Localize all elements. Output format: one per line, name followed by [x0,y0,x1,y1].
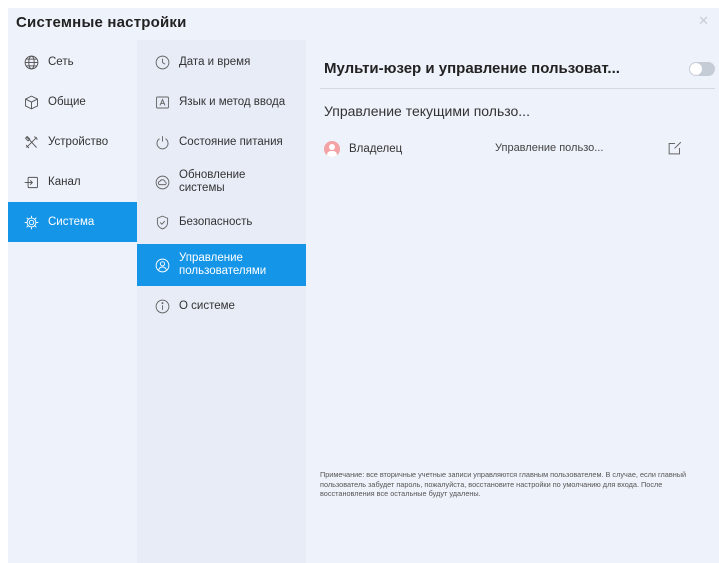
nav-item-label: Общие [48,96,86,108]
section-title: Управление текущими пользо... [324,103,530,119]
subnav-item-label: Обновление системы [179,169,246,194]
subnav-item-security[interactable]: Безопасность [137,202,306,242]
subnav-item-label: Управление пользователями [179,252,267,277]
subnav-item-system-update[interactable]: Обновление системы [137,162,306,202]
nav-item-label: Система [48,216,95,228]
window-title: Системные настройки [16,14,187,31]
user-name: Владелец [349,143,403,155]
panel-title: Мульти-юзер и управление пользоват... [324,60,620,77]
subnav-item-power[interactable]: Состояние питания [137,122,306,162]
subnav-item-label: О системе [179,299,235,312]
subnav-item-date-time[interactable]: Дата и время [137,42,306,82]
subnav-item-label: Безопасность [179,215,253,228]
settings-window: Системные настройки ✕ Сеть Общие Устройс… [8,8,719,563]
close-icon[interactable]: ✕ [698,14,709,27]
nav-item-channel[interactable]: Канал [8,162,137,202]
cloud-upload-icon [153,173,171,191]
user-row-owner: Владелец Управление пользо... [324,138,704,160]
nav-item-device[interactable]: Устройство [8,122,137,162]
cube-icon [22,93,40,111]
nav-item-label: Устройство [48,136,109,148]
subnav-item-user-management[interactable]: Управление пользователями [137,244,306,286]
subnav-item-label: Язык и метод ввода [179,95,286,108]
nav-item-general[interactable]: Общие [8,82,137,122]
gear-icon [22,213,40,231]
user-manage-label: Управление пользо... [495,142,604,154]
nav-item-label: Канал [48,176,81,188]
subnav-item-label: Состояние питания [179,135,283,148]
language-icon [153,93,171,111]
clock-icon [153,53,171,71]
shield-icon [153,213,171,231]
subnav-item-label: Дата и время [179,55,251,68]
nav-item-label: Сеть [48,56,74,68]
input-icon [22,173,40,191]
tools-icon [22,133,40,151]
power-icon [153,133,171,151]
user-circle-icon [153,256,171,274]
system-subnav: Дата и время Язык и метод ввода Состояни… [137,40,306,563]
edit-icon[interactable] [666,139,684,157]
nav-item-system[interactable]: Система [8,202,137,242]
nav-item-network[interactable]: Сеть [8,42,137,82]
multi-user-toggle[interactable] [689,62,715,76]
toggle-knob [690,63,702,75]
avatar [324,141,340,157]
footnote: Примечание: все вторичные учетные записи… [320,470,687,499]
info-icon [153,297,171,315]
globe-icon [22,53,40,71]
main-nav: Сеть Общие Устройство Канал Система [8,40,137,563]
title-bar: Системные настройки ✕ [8,8,719,40]
subnav-item-about[interactable]: О системе [137,286,306,326]
subnav-item-language[interactable]: Язык и метод ввода [137,82,306,122]
divider [320,88,715,89]
user-management-panel: Мульти-юзер и управление пользоват... Уп… [306,40,719,563]
